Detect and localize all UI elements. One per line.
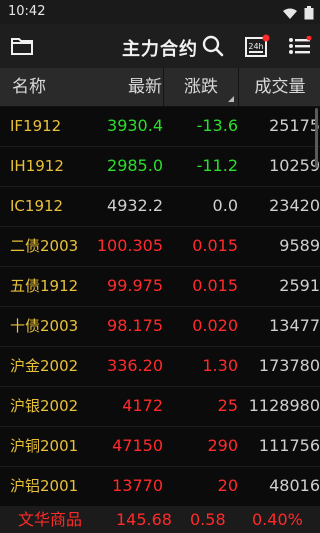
column-header-price[interactable]: 最新 (90, 68, 170, 106)
column-header-volume[interactable]: 成交量 (238, 68, 320, 106)
price-change: 25 (217, 396, 238, 415)
contract-name: 沪铝2001 (10, 477, 79, 495)
trade-volume: 13477 (269, 316, 320, 335)
trade-volume: 111756 (258, 436, 320, 455)
footer-index-name: 文华商品 (18, 510, 83, 529)
trade-volume: 1128980 (248, 396, 320, 415)
footer-index-bar[interactable]: 文华商品 145.68 0.58 0.40% (0, 506, 320, 533)
scrollbar[interactable] (315, 108, 318, 168)
contract-name: IH1912 (10, 157, 64, 175)
price-change: 0.020 (192, 316, 238, 335)
contract-name: 十债2003 (10, 317, 79, 335)
table-row[interactable]: 沪铜2001 47150 290 111756 (0, 426, 320, 467)
table-header: 名称 最新 涨跌 成交量 (0, 68, 320, 107)
footer-index-value: 145.68 (116, 510, 172, 529)
table-row[interactable]: 二债2003 100.305 0.015 9589 (0, 226, 320, 267)
status-time: 10:42 (8, 4, 46, 19)
table-row[interactable]: 十债2003 98.175 0.020 13477 (0, 306, 320, 347)
price-change: 20 (217, 476, 238, 495)
page-title: 主力合约 (122, 39, 198, 60)
contract-name: 沪铜2001 (10, 437, 79, 455)
latest-price: 336.20 (107, 356, 163, 375)
quote-list[interactable]: IF1912 3930.4 -13.6 25175 IH1912 2985.0 -11.2 1… (0, 106, 320, 506)
table-row[interactable]: IF1912 3930.4 -13.6 25175 (0, 106, 320, 147)
trade-volume: 10259 (269, 156, 320, 175)
column-header-change[interactable]: 涨跌 (163, 68, 238, 106)
trade-volume: 25175 (269, 116, 320, 135)
latest-price: 100.305 (96, 236, 163, 255)
search-icon[interactable] (199, 32, 227, 60)
price-change: 0.015 (192, 276, 238, 295)
trade-volume: 48016 (269, 476, 320, 495)
contract-name: 沪金2002 (10, 357, 79, 375)
status-bar: 10:42 (0, 0, 320, 24)
latest-price: 2985.0 (107, 156, 163, 175)
contract-name: 二债2003 (10, 237, 79, 255)
contract-name: IC1912 (10, 197, 64, 215)
battery-icon (304, 5, 314, 24)
trade-volume: 2591 (279, 276, 320, 295)
24h-news-icon[interactable]: 24h (243, 32, 271, 60)
column-header-name[interactable]: 名称 (12, 68, 46, 106)
wifi-icon (282, 5, 298, 24)
table-row[interactable]: 沪金2002 336.20 1.30 173780 (0, 346, 320, 387)
app-bar: 主力合约 24h (0, 24, 320, 68)
price-change: 0.0 (212, 196, 238, 215)
svg-text:24h: 24h (248, 42, 263, 51)
latest-price: 3930.4 (107, 116, 163, 135)
latest-price: 13770 (112, 476, 163, 495)
table-row[interactable]: IH1912 2985.0 -11.2 10259 (0, 146, 320, 187)
price-change: -11.2 (196, 156, 238, 175)
price-change: 290 (207, 436, 238, 455)
footer-index-change: 0.58 (190, 510, 226, 529)
contract-name: 五债1912 (10, 277, 79, 295)
price-change: -13.6 (196, 116, 238, 135)
latest-price: 47150 (112, 436, 163, 455)
status-icons (282, 5, 314, 24)
menu-list-icon[interactable] (286, 32, 314, 60)
trade-volume: 23420 (269, 196, 320, 215)
latest-price: 98.175 (107, 316, 163, 335)
table-row[interactable]: 沪铝2001 13770 20 48016 (0, 466, 320, 506)
latest-price: 4172 (122, 396, 163, 415)
latest-price: 4932.2 (107, 196, 163, 215)
contract-name: IF1912 (10, 117, 62, 135)
trade-volume: 173780 (258, 356, 320, 375)
table-row[interactable]: 沪银2002 4172 25 1128980 (0, 386, 320, 427)
price-change: 1.30 (202, 356, 238, 375)
footer-index-percent: 0.40% (252, 510, 303, 529)
table-row[interactable]: IC1912 4932.2 0.0 23420 (0, 186, 320, 227)
price-change: 0.015 (192, 236, 238, 255)
table-row[interactable]: 五债1912 99.975 0.015 2591 (0, 266, 320, 307)
contract-name: 沪银2002 (10, 397, 79, 415)
sort-indicator-icon (228, 96, 234, 102)
trade-volume: 9589 (279, 236, 320, 255)
latest-price: 99.975 (107, 276, 163, 295)
